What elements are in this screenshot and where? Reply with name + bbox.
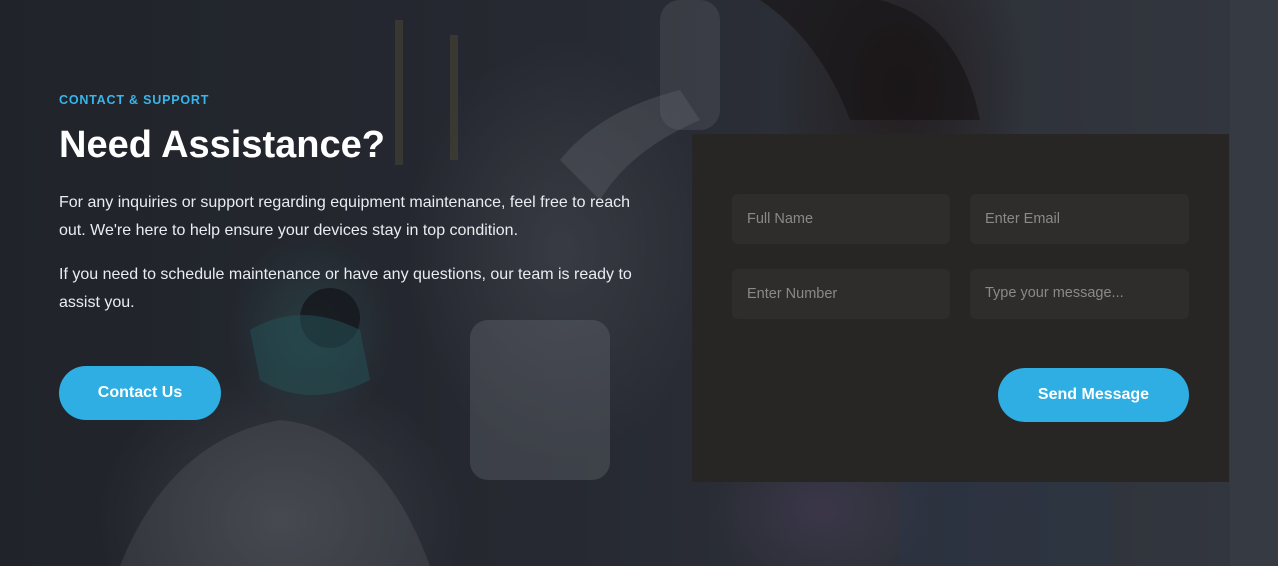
intro-paragraph: For any inquiries or support regarding e… xyxy=(59,194,630,239)
email-input[interactable] xyxy=(970,194,1189,244)
full-name-input[interactable] xyxy=(732,194,950,244)
send-message-button[interactable]: Send Message xyxy=(998,368,1189,422)
schedule-paragraph: If you need to schedule maintenance or h… xyxy=(59,266,632,311)
section-eyebrow: CONTACT & SUPPORT xyxy=(59,93,210,107)
contact-form-panel: Send Message xyxy=(692,134,1229,482)
number-input[interactable] xyxy=(732,269,950,319)
message-textarea[interactable] xyxy=(970,269,1189,319)
contact-us-button[interactable]: Contact Us xyxy=(59,366,221,420)
section-title: Need Assistance? xyxy=(59,124,385,166)
